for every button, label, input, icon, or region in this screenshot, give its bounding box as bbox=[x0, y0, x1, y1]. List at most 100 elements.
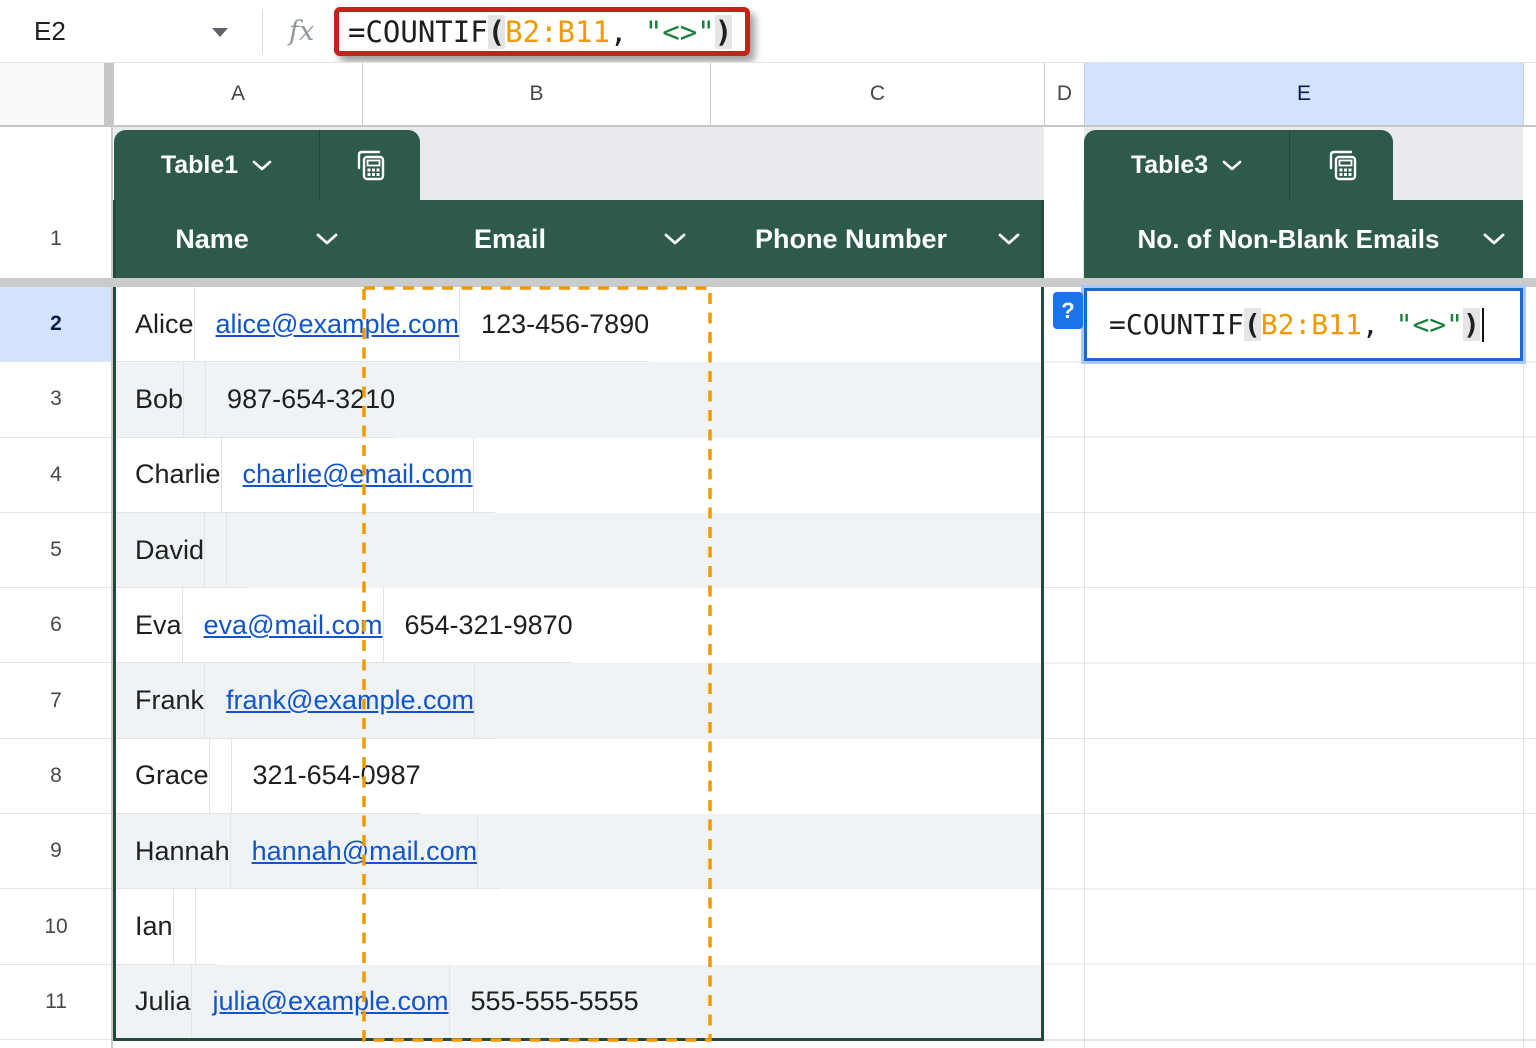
formula-token-plain: , bbox=[1362, 308, 1396, 341]
formula-token-string: "<>" bbox=[1396, 308, 1463, 341]
formula-token-range: B2:B11 bbox=[1261, 308, 1362, 341]
chevron-down-icon[interactable] bbox=[998, 233, 1020, 245]
gridline bbox=[1523, 287, 1524, 1048]
name-value: Eva bbox=[135, 610, 182, 641]
header-cell-non-blank-emails[interactable]: No. of Non-Blank Emails bbox=[1084, 200, 1523, 278]
cell-d1[interactable] bbox=[1044, 200, 1084, 278]
row-header[interactable]: 5 bbox=[0, 513, 112, 588]
table1-header-row: Name Email Phone Number bbox=[114, 200, 1044, 278]
cell-name[interactable]: Alice bbox=[114, 287, 194, 362]
cell-phone[interactable] bbox=[226, 513, 248, 588]
table1-border-left bbox=[113, 200, 116, 1041]
formula-token-range: B2:B11 bbox=[505, 15, 610, 49]
row-header[interactable]: 6 bbox=[0, 588, 112, 663]
table1-tab[interactable]: Table1 bbox=[114, 130, 420, 200]
header-cell-email[interactable]: Email bbox=[362, 200, 710, 278]
range-highlight-b2-b11 bbox=[360, 283, 713, 1043]
cell-formula-input[interactable]: =COUNTIF(B2:B11, "<>") bbox=[1109, 308, 1480, 341]
cell-name[interactable]: Ian bbox=[114, 889, 173, 964]
corner-divider bbox=[104, 63, 114, 125]
name-value: Hannah bbox=[135, 836, 230, 867]
cell-email[interactable] bbox=[209, 739, 231, 814]
text-cursor bbox=[1482, 308, 1484, 342]
column-header-a[interactable]: A bbox=[114, 63, 362, 125]
row-header-selected[interactable]: 2 bbox=[0, 287, 112, 362]
formula-bar: E2 fx =COUNTIF(B2:B11, "<>") bbox=[0, 0, 1536, 62]
table3-tab-label: Table3 bbox=[1131, 151, 1208, 180]
fx-icon: fx bbox=[289, 0, 314, 62]
column-header-partial[interactable] bbox=[1523, 63, 1536, 125]
cell-email[interactable] bbox=[204, 513, 226, 588]
frozen-row-divider bbox=[0, 278, 1536, 287]
formula-help-button[interactable]: ? bbox=[1053, 292, 1083, 329]
table3-tab[interactable]: Table3 bbox=[1084, 130, 1393, 200]
cell-name[interactable]: Charlie bbox=[114, 438, 221, 513]
chevron-down-icon[interactable] bbox=[664, 233, 686, 245]
column-header-b[interactable]: B bbox=[362, 63, 710, 125]
table1-border-right bbox=[1041, 200, 1044, 1041]
column-header-e-selected[interactable]: E bbox=[1084, 63, 1523, 125]
name-value: Julia bbox=[135, 986, 191, 1017]
select-all-corner[interactable] bbox=[0, 63, 104, 125]
active-cell-e2-editor[interactable]: =COUNTIF(B2:B11, "<>") bbox=[1084, 288, 1523, 361]
cell-name[interactable]: Hannah bbox=[114, 814, 230, 889]
name-value: Ian bbox=[135, 911, 173, 942]
row-header[interactable]: 3 bbox=[0, 362, 112, 437]
formula-token-plain: =COUNTIF bbox=[1109, 308, 1244, 341]
header-cell-phone-number[interactable]: Phone Number bbox=[710, 200, 1044, 278]
chevron-down-icon[interactable] bbox=[252, 160, 272, 171]
formula-bar-divider bbox=[262, 9, 263, 53]
gridline bbox=[1084, 287, 1085, 1048]
calculator-table-icon bbox=[1324, 147, 1360, 183]
row-header[interactable]: 11 bbox=[0, 965, 112, 1040]
email-link[interactable]: eva@mail.com bbox=[204, 610, 383, 641]
table1-tab-label: Table1 bbox=[161, 151, 238, 180]
name-box-dropdown-icon[interactable] bbox=[212, 28, 228, 37]
name-value: Grace bbox=[135, 760, 209, 791]
name-box[interactable]: E2 bbox=[34, 0, 66, 62]
formula-token-plain: , bbox=[610, 15, 645, 49]
formula-token-string: "<>" bbox=[645, 15, 715, 49]
formula-token-paren: ) bbox=[715, 15, 732, 49]
cell-name[interactable]: Frank bbox=[114, 663, 204, 738]
cell-name[interactable]: Bob bbox=[114, 362, 183, 437]
chevron-down-icon[interactable] bbox=[316, 233, 338, 245]
column-header-d[interactable]: D bbox=[1044, 63, 1084, 125]
cell-email[interactable] bbox=[183, 362, 205, 437]
name-value: Frank bbox=[135, 685, 204, 716]
chevron-down-icon[interactable] bbox=[1483, 233, 1505, 245]
row-header-1[interactable]: 1 bbox=[0, 200, 112, 278]
spreadsheet-app: E2 fx =COUNTIF(B2:B11, "<>") A B C D E T… bbox=[0, 0, 1536, 1048]
cell-name[interactable]: Grace bbox=[114, 739, 209, 814]
formula-token-paren: ) bbox=[1463, 308, 1480, 341]
cell-name[interactable]: Julia bbox=[114, 965, 191, 1040]
cell-email[interactable] bbox=[173, 889, 195, 964]
table-chip-button[interactable] bbox=[1290, 147, 1393, 183]
row-header[interactable]: 7 bbox=[0, 663, 112, 738]
cell-name[interactable]: David bbox=[114, 513, 204, 588]
row-header[interactable]: 10 bbox=[0, 889, 112, 964]
formula-input[interactable]: =COUNTIF(B2:B11, "<>") bbox=[348, 15, 732, 49]
column-header-strip: A B C D E bbox=[0, 62, 1536, 127]
name-value: Alice bbox=[135, 309, 194, 340]
row-header[interactable]: 4 bbox=[0, 438, 112, 513]
table-chip-button[interactable] bbox=[320, 147, 420, 183]
formula-token-paren: ( bbox=[1244, 308, 1261, 341]
row-header[interactable]: 8 bbox=[0, 739, 112, 814]
sheet-grid-empty[interactable] bbox=[1044, 287, 1536, 1041]
calculator-table-icon bbox=[352, 147, 388, 183]
name-value: David bbox=[135, 535, 204, 566]
cell-email[interactable]: eva@mail.com bbox=[182, 588, 383, 663]
cell-name[interactable]: Eva bbox=[114, 588, 182, 663]
name-value: Charlie bbox=[135, 459, 221, 490]
formula-token-paren: ( bbox=[488, 15, 505, 49]
name-value: Bob bbox=[135, 384, 183, 415]
row-header-column: 234567891011 bbox=[0, 287, 112, 1040]
annotation-red-box: =COUNTIF(B2:B11, "<>") bbox=[334, 7, 750, 56]
chevron-down-icon[interactable] bbox=[1222, 160, 1242, 171]
column-header-c[interactable]: C bbox=[710, 63, 1044, 125]
row-header[interactable]: 9 bbox=[0, 814, 112, 889]
formula-token-plain: =COUNTIF bbox=[348, 15, 488, 49]
header-cell-name[interactable]: Name bbox=[114, 200, 362, 278]
cell-phone[interactable] bbox=[195, 889, 217, 964]
